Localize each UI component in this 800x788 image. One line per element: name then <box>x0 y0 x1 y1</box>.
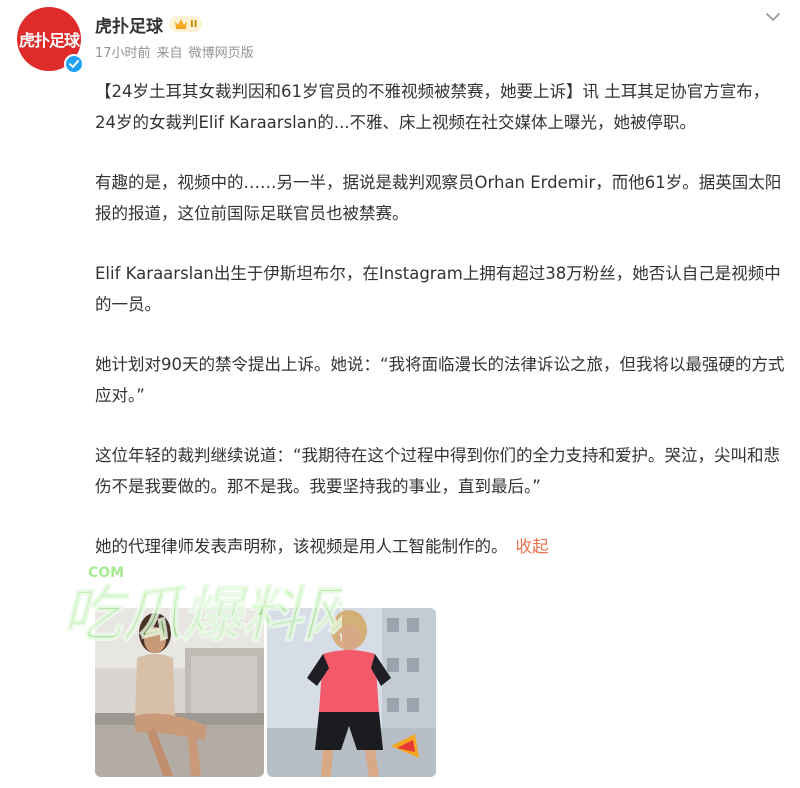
post-time[interactable]: 17小时前 <box>95 42 151 61</box>
chevron-down-icon[interactable] <box>764 8 782 26</box>
photo-referee-icon <box>267 608 436 777</box>
vip-badge[interactable]: II <box>169 16 203 32</box>
crown-icon <box>175 19 187 29</box>
post-paragraph: Elif Karaarslan出生于伊斯坦布尔，在Instagram上拥有超过3… <box>95 264 781 314</box>
post-paragraph: 【24岁土耳其女裁判因和61岁官员的不雅视频被禁赛，她要上诉】讯 土耳其足协官方… <box>95 82 770 132</box>
collapse-link[interactable]: 收起 <box>516 537 549 556</box>
vip-level: II <box>190 18 198 30</box>
verified-check-icon <box>64 54 84 74</box>
post-image-1[interactable] <box>95 608 264 777</box>
post-paragraph: 这位年轻的裁判继续说道：“我期待在这个过程中得到你们的全力支持和爱护。哭泣，尖叫… <box>95 446 781 496</box>
post-paragraph: 她计划对90天的禁令提出上诉。她说：“我将面临漫长的法律诉讼之旅，但我将以最强硬… <box>95 355 785 405</box>
photo-locker-room-icon <box>95 608 264 777</box>
post-header: 虎扑足球 II 17小时前 来自 微博网页版 <box>95 12 760 61</box>
post-paragraph-last: 她的代理律师发表声明称，该视频是用人工智能制作的。 收起 <box>95 531 785 562</box>
source-prefix: 来自 <box>156 46 183 61</box>
post-image-2[interactable] <box>267 608 436 777</box>
watermark-small-text: COM <box>88 565 124 581</box>
post-images <box>95 608 436 777</box>
post-paragraph: 有趣的是，视频中的……另一半，据说是裁判观察员Orhan Erdemir，而他6… <box>95 173 782 223</box>
post-source: 微博网页版 <box>188 46 254 61</box>
author-name[interactable]: 虎扑足球 <box>95 12 163 37</box>
post-meta: 17小时前 来自 微博网页版 <box>95 42 760 61</box>
post-paragraph-text: 她的代理律师发表声明称，该视频是用人工智能制作的。 <box>95 537 508 556</box>
avatar-logo-text: 虎扑足球 <box>18 31 80 50</box>
post-content: 【24岁土耳其女裁判因和61岁官员的不雅视频被禁赛，她要上诉】讯 土耳其足协官方… <box>95 76 785 562</box>
